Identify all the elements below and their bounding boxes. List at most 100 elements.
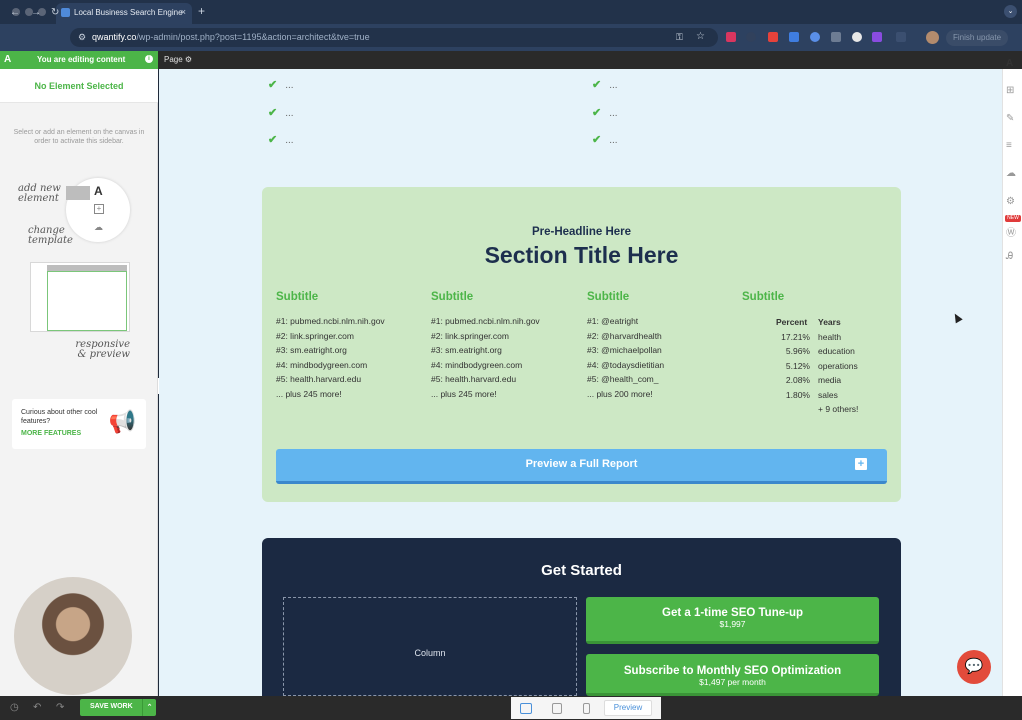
extension-blue-icon[interactable] [789,32,799,42]
get-started-title[interactable]: Get Started [262,562,901,579]
check-icon: ✔ [592,134,602,146]
preview-report-label: Preview a Full Report [525,458,638,470]
site-favicon-icon [61,8,70,17]
back-arrow-icon[interactable]: ← [10,7,20,18]
page-settings-label[interactable]: Page ⚙ [164,55,192,64]
table-row: 5.96% education [785,346,855,356]
extension-dark-mode-icon[interactable] [746,32,756,42]
table-header: Percent Years [776,317,841,327]
subtitle-1[interactable]: Subtitle [276,291,318,303]
webcam-overlay [14,577,132,695]
preview-report-button[interactable]: Preview a Full Report + [276,449,887,484]
pre-headline[interactable]: Pre-Headline Here [262,226,901,238]
check-icon: ✔ [592,107,602,119]
url-host: qwantify.co [92,32,137,42]
extension-pocket-icon[interactable] [726,32,736,42]
percent-years-table[interactable]: Percent Years 17.21% health 5.96% education… [776,315,858,417]
bookmark-star-icon[interactable]: ☆ [696,31,705,42]
save-options-chevron-icon[interactable]: ⌃ [142,699,156,716]
seo-tuneup-button[interactable]: Get a 1-time SEO Tune-up $1,997 [586,597,879,644]
monthly-seo-button[interactable]: Subscribe to Monthly SEO Optimization $1… [586,654,879,696]
finish-update-button[interactable]: Finish update [946,30,1008,46]
translate-icon[interactable]: Ꭿ [1006,251,1013,262]
undo-icon[interactable]: ↶ [33,702,41,713]
list-item: #1: pubmed.ncbi.nlm.nih.gov [431,316,540,326]
reload-icon[interactable]: ↻ [51,7,59,18]
table-row: 1.80% sales [785,389,838,400]
no-element-selected-label: No Element Selected [0,69,158,103]
site-settings-icon[interactable]: ⚙ [78,32,86,43]
list-item: ... plus 245 more! [431,388,497,399]
accounts-list[interactable]: #1: @eatright #2: @harvardhealth #3: @mi… [587,314,664,401]
tab-close-icon[interactable]: × [181,7,186,17]
tab-title: Local Business Search Engine [74,8,183,17]
extension-red-icon[interactable] [768,32,778,42]
extension-chrome-icon[interactable] [852,32,862,42]
check-icon: ✔ [268,79,278,91]
gear-icon[interactable]: ⚙ [1006,196,1015,207]
new-tab-button[interactable]: + [198,4,205,18]
subtitle-3[interactable]: Subtitle [587,291,629,303]
list-item: #3: sm.eatright.org [276,345,347,355]
architect-logo-icon[interactable]: A [4,54,11,65]
subtitle-2[interactable]: Subtitle [431,291,473,303]
sources-list-1[interactable]: #1: pubmed.ncbi.nlm.nih.gov #2: link.spr… [276,314,385,401]
check-list-item: ✔... [592,134,618,146]
list-item: #3: @michaelpollan [587,345,662,355]
illus-logo-icon: A [94,184,103,198]
list-item: #5: @health_com_ [587,374,659,384]
table-row: 5.12% operations [785,360,858,371]
redo-icon[interactable]: ↷ [56,702,64,713]
sources-list-2[interactable]: #1: pubmed.ncbi.nlm.nih.gov #2: link.spr… [431,314,540,401]
password-key-icon[interactable]: ⚿ [676,32,683,43]
check-icon: ✔ [268,134,278,146]
features-promo-card: Curious about other cool features? MORE … [12,399,146,449]
list-item: #3: sm.eatright.org [431,345,502,355]
tablet-view-icon[interactable] [552,703,562,714]
offer2-price: $1,497 per month [699,677,766,687]
preview-button[interactable]: Preview [604,700,652,716]
sliders-icon[interactable]: ≡ [1006,140,1012,151]
check-list-item: ✔... [268,107,294,119]
offer1-price: $1,997 [719,619,746,629]
list-item: #4: @todaysdietitian [587,359,665,370]
architect-logo-icon[interactable]: A [1006,58,1013,69]
save-work-label: SAVE WORK [90,703,133,710]
section-title[interactable]: Section Title Here [262,242,901,269]
history-icon[interactable]: ◷ [10,702,19,713]
illus-toolbar-circle: A + ☁ [66,178,130,242]
illus-selection-frame [47,271,127,331]
extension-grid-icon[interactable] [831,32,841,42]
illus-gray-block [66,186,90,200]
check-list-item: ✔... [268,79,294,91]
chat-bubble-icon[interactable]: 💬 [957,650,991,684]
subtitle-4[interactable]: Subtitle [742,291,784,303]
cloud-icon[interactable]: ☁ [1006,168,1016,179]
tab-menu-chevron-icon[interactable]: ⌄ [1004,5,1017,18]
profile-avatar[interactable] [926,31,939,44]
url-field[interactable]: ⚙ qwantify.co/wp-admin/post.php?post=119… [70,28,718,47]
promo-text: Curious about other cool features? [21,409,98,425]
editing-label: You are editing content [37,55,126,64]
list-item: #4: mindbodygreen.com [431,359,523,370]
check-list-item: ✔... [592,107,618,119]
extension-d-icon[interactable] [872,32,882,42]
save-work-button[interactable]: SAVE WORK ⌃ [80,699,156,716]
list-item: #1: pubmed.ncbi.nlm.nih.gov [276,316,385,326]
table-row: 2.08% media [785,375,842,385]
browser-tab[interactable]: Local Business Search Engine × [56,3,192,24]
brush-icon[interactable]: ✎ [1006,113,1014,124]
info-icon[interactable]: i [145,55,153,63]
check-list-item: ✔... [268,134,294,146]
extension-check-icon[interactable] [810,32,820,42]
empty-column-placeholder[interactable]: Column [283,597,577,696]
list-item: ... plus 200 more! [587,388,653,399]
extensions-puzzle-icon[interactable] [896,32,906,42]
forward-arrow-icon[interactable]: → [31,7,41,18]
add-element-plus-icon[interactable]: ⊞ [1006,85,1014,96]
desktop-view-icon[interactable] [520,703,532,714]
list-item: #5: health.harvard.edu [276,374,362,384]
table-more: + 9 others! [818,404,859,414]
wordpress-icon[interactable]: Ⓦ [1006,224,1016,239]
mobile-view-icon[interactable] [583,703,590,714]
